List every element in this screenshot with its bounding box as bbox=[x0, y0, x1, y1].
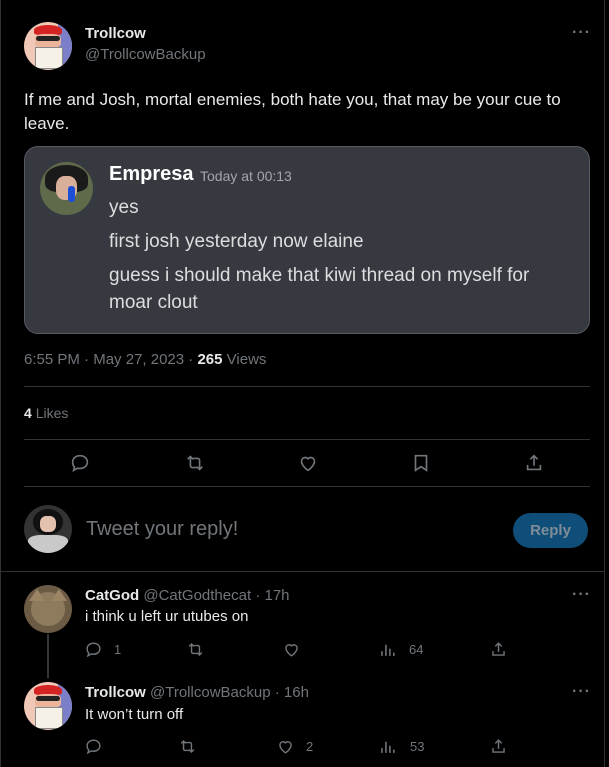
views-icon bbox=[381, 644, 395, 656]
reply-count: 1 bbox=[114, 642, 122, 657]
view-count: 53 bbox=[410, 739, 425, 754]
share-action[interactable] bbox=[489, 640, 513, 664]
reply-author-handle[interactable]: @CatGodthecat bbox=[143, 587, 251, 604]
more-icon[interactable]: ··· bbox=[572, 24, 591, 42]
tweet-meta: 6:55 PM · May 27, 2023 · 265 Views bbox=[24, 351, 267, 368]
author-name[interactable]: Trollcow bbox=[85, 25, 146, 42]
reply-icon bbox=[86, 642, 101, 658]
more-icon[interactable]: ··· bbox=[572, 586, 591, 604]
tweet-time[interactable]: 6:55 PM bbox=[24, 351, 80, 368]
like-action[interactable] bbox=[276, 737, 300, 761]
embed-username: Empresa bbox=[109, 163, 194, 185]
embed-message: yes bbox=[109, 197, 139, 218]
reply-text: It won’t turn off bbox=[85, 706, 184, 723]
reply-header: CatGod @CatGodthecat · 17h bbox=[85, 587, 290, 604]
like-action[interactable] bbox=[297, 452, 321, 476]
bookmark-icon bbox=[414, 454, 428, 472]
reply-avatar[interactable] bbox=[24, 682, 72, 730]
share-icon bbox=[492, 739, 505, 753]
reply-author-handle[interactable]: @TrollcowBackup bbox=[150, 684, 271, 701]
like-count: 2 bbox=[306, 739, 314, 754]
retweet-icon bbox=[188, 642, 203, 657]
share-icon bbox=[526, 454, 542, 471]
reply-icon bbox=[71, 454, 89, 473]
retweet-icon bbox=[180, 739, 195, 754]
bookmark-action[interactable] bbox=[410, 452, 434, 476]
likes-stat[interactable]: 4 Likes bbox=[24, 405, 68, 421]
divider bbox=[24, 386, 590, 387]
views-count: 265 bbox=[197, 351, 223, 368]
share-action[interactable] bbox=[489, 737, 513, 761]
reply-age[interactable]: 16h bbox=[284, 684, 309, 701]
reply-action[interactable] bbox=[84, 640, 108, 664]
reply-header: Trollcow @TrollcowBackup · 16h bbox=[85, 684, 309, 701]
like-action[interactable] bbox=[282, 640, 306, 664]
reply-author-name[interactable]: Trollcow bbox=[85, 684, 146, 701]
tweet-text: If me and Josh, mortal enemies, both hat… bbox=[24, 90, 561, 133]
likes-count: 4 bbox=[24, 405, 32, 421]
views-action[interactable] bbox=[378, 640, 402, 664]
reply-action[interactable] bbox=[69, 452, 93, 476]
retweet-icon bbox=[187, 455, 203, 471]
retweet-action[interactable] bbox=[184, 452, 208, 476]
reply-action[interactable] bbox=[84, 737, 108, 761]
retweet-action[interactable] bbox=[186, 640, 210, 664]
thread-line bbox=[47, 634, 49, 678]
author-avatar[interactable] bbox=[24, 22, 72, 70]
embed-message: first josh yesterday now elaine bbox=[109, 231, 364, 252]
reply-avatar[interactable] bbox=[24, 585, 72, 633]
reply-icon bbox=[86, 739, 101, 755]
embed-timestamp: Today at 00:13 bbox=[200, 168, 292, 184]
views-action[interactable] bbox=[378, 737, 402, 761]
reply-text: i think u left ur utubes on bbox=[85, 608, 249, 625]
likes-label: Likes bbox=[35, 405, 69, 421]
share-action[interactable] bbox=[523, 452, 547, 476]
embedded-message-card[interactable]: Empresa Today at 00:13 yes first josh ye… bbox=[24, 146, 590, 334]
reply-input[interactable]: Tweet your reply! bbox=[86, 518, 238, 541]
author-handle[interactable]: @TrollcowBackup bbox=[85, 46, 206, 63]
retweet-action[interactable] bbox=[178, 737, 202, 761]
divider bbox=[1, 571, 604, 572]
divider bbox=[24, 439, 590, 440]
more-icon[interactable]: ··· bbox=[572, 683, 591, 701]
divider bbox=[24, 486, 590, 487]
frame-border-left bbox=[0, 0, 1, 767]
like-icon bbox=[279, 741, 292, 754]
view-count: 64 bbox=[409, 642, 424, 657]
views-icon bbox=[381, 741, 395, 753]
composer-avatar bbox=[24, 505, 72, 553]
embed-message: guess i should make that kiwi thread on … bbox=[109, 265, 530, 313]
reply-button[interactable]: Reply bbox=[513, 513, 588, 548]
like-icon bbox=[300, 456, 316, 472]
views-label: Views bbox=[226, 351, 267, 368]
frame-border-right bbox=[604, 0, 605, 767]
tweet-date[interactable]: May 27, 2023 bbox=[93, 351, 184, 368]
reply-author-name[interactable]: CatGod bbox=[85, 587, 139, 604]
like-icon bbox=[285, 644, 298, 657]
reply-age[interactable]: 17h bbox=[264, 587, 289, 604]
embed-avatar bbox=[40, 162, 93, 215]
share-icon bbox=[492, 642, 505, 656]
